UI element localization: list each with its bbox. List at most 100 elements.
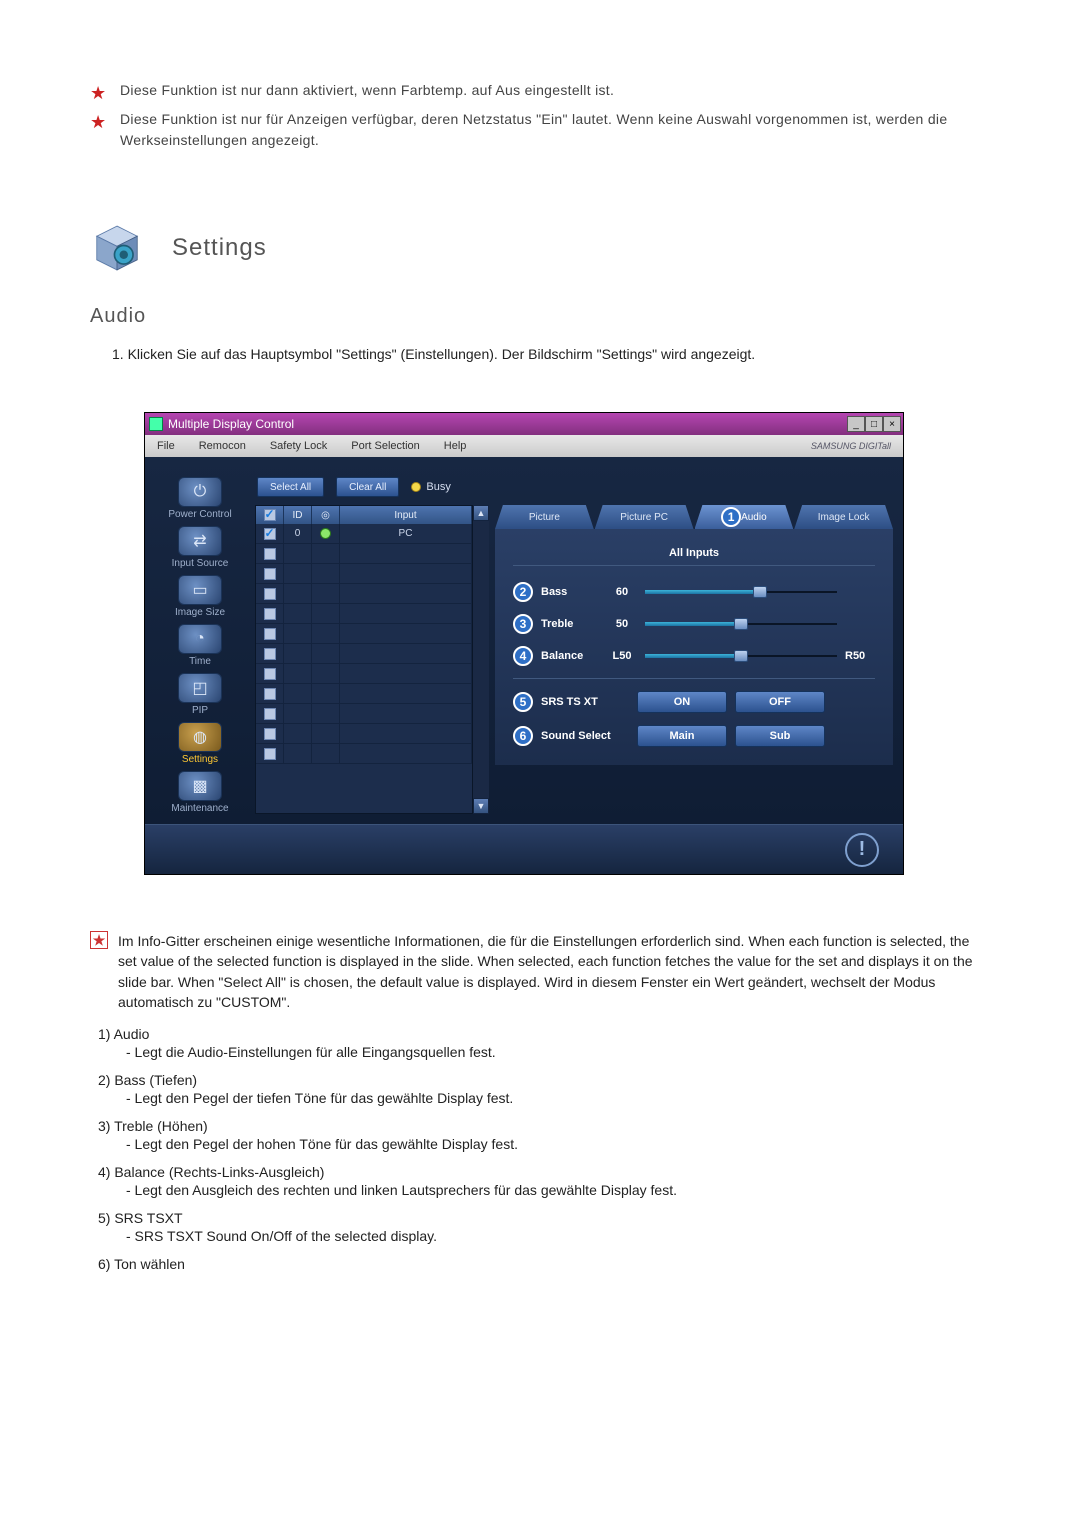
step-1: 1. Klicken Sie auf das Hauptsymbol "Sett… [112, 346, 990, 362]
table-row[interactable] [256, 544, 472, 564]
balance-label: Balance [541, 650, 599, 662]
col-id: ID [284, 506, 312, 524]
display-grid: ID ◎ Input 0 PC [255, 505, 473, 814]
row-checkbox[interactable] [264, 648, 276, 660]
tab-picture[interactable]: Picture [495, 505, 594, 529]
app-icon [149, 417, 163, 431]
window-title: Multiple Display Control [168, 417, 294, 431]
tab-audio[interactable]: 1Audio [695, 505, 794, 529]
table-row[interactable] [256, 564, 472, 584]
callout-3: 3 [513, 614, 533, 634]
tab-image-lock[interactable]: Image Lock [794, 505, 893, 529]
bass-slider[interactable] [645, 588, 837, 596]
clear-all-button[interactable]: Clear All [336, 477, 399, 497]
row-checkbox[interactable] [264, 728, 276, 740]
table-row[interactable] [256, 624, 472, 644]
item-1-sub: - Legt die Audio-Einstellungen für alle … [98, 1044, 990, 1060]
row-checkbox[interactable] [264, 548, 276, 560]
nav-pip[interactable]: ◰PIP [160, 673, 240, 716]
balance-left: L50 [607, 650, 637, 662]
treble-value: 50 [607, 618, 637, 630]
sound-main-button[interactable]: Main [637, 725, 727, 747]
header-checkbox[interactable] [264, 509, 276, 521]
all-inputs-label: All Inputs [513, 547, 875, 566]
row-checkbox[interactable] [264, 748, 276, 760]
nav-maintenance[interactable]: ▩Maintenance [160, 771, 240, 814]
item-3-head: 3) Treble (Höhen) [98, 1118, 990, 1134]
nav-time[interactable]: ◔Time [160, 624, 240, 667]
treble-label: Treble [541, 618, 599, 630]
row-checkbox[interactable] [264, 528, 276, 540]
select-all-button[interactable]: Select All [257, 477, 324, 497]
table-row[interactable] [256, 744, 472, 764]
row-checkbox[interactable] [264, 688, 276, 700]
scroll-down-icon[interactable]: ▼ [473, 798, 489, 814]
status-dot-icon [320, 528, 331, 539]
table-row[interactable] [256, 664, 472, 684]
row-checkbox[interactable] [264, 708, 276, 720]
table-row[interactable] [256, 704, 472, 724]
left-nav: ⏻Power Control ⇄Input Source ▭Image Size… [155, 477, 245, 814]
mdc-window: Multiple Display Control _ □ × File Remo… [144, 412, 904, 875]
nav-image-size[interactable]: ▭Image Size [160, 575, 240, 618]
row-checkbox[interactable] [264, 588, 276, 600]
pip-icon: ◰ [178, 673, 222, 703]
balance-slider[interactable] [645, 652, 837, 660]
menu-help[interactable]: Help [432, 440, 479, 452]
maximize-icon[interactable]: □ [865, 416, 883, 432]
item-2-head: 2) Bass (Tiefen) [98, 1072, 990, 1088]
item-4-head: 4) Balance (Rechts-Links-Ausgleich) [98, 1164, 990, 1180]
row-checkbox[interactable] [264, 628, 276, 640]
table-row[interactable] [256, 724, 472, 744]
row-checkbox[interactable] [264, 668, 276, 680]
col-input: Input [340, 506, 472, 524]
menu-remocon[interactable]: Remocon [187, 440, 258, 452]
menubar: File Remocon Safety Lock Port Selection … [145, 435, 903, 457]
menu-file[interactable]: File [145, 440, 187, 452]
row-checkbox[interactable] [264, 568, 276, 580]
table-row[interactable] [256, 684, 472, 704]
menu-port-selection[interactable]: Port Selection [339, 440, 431, 452]
tab-picture-pc[interactable]: Picture PC [595, 505, 694, 529]
grid-scrollbar[interactable]: ▲ ▼ [473, 505, 489, 814]
item-5-sub: - SRS TSXT Sound On/Off of the selected … [98, 1228, 990, 1244]
time-icon: ◔ [178, 624, 222, 654]
table-row[interactable] [256, 604, 472, 624]
srs-off-button[interactable]: OFF [735, 691, 825, 713]
section-title: Settings [172, 234, 267, 262]
table-row[interactable]: 0 PC [256, 524, 472, 544]
table-row[interactable] [256, 584, 472, 604]
nav-settings[interactable]: ◍Settings [160, 722, 240, 765]
callout-1: 1 [721, 507, 741, 527]
item-1-head: 1) Audio [98, 1026, 990, 1042]
menu-safety-lock[interactable]: Safety Lock [258, 440, 339, 452]
subsection-title: Audio [90, 305, 990, 328]
minimize-icon[interactable]: _ [847, 416, 865, 432]
nav-input-source[interactable]: ⇄Input Source [160, 526, 240, 569]
item-5-head: 5) SRS TSXT [98, 1210, 990, 1226]
settings-cube-icon [90, 221, 144, 275]
sound-sub-button[interactable]: Sub [735, 725, 825, 747]
bass-value: 60 [607, 586, 637, 598]
treble-slider[interactable] [645, 620, 837, 628]
scroll-up-icon[interactable]: ▲ [473, 505, 489, 521]
status-bar: ! [145, 824, 903, 874]
row-checkbox[interactable] [264, 608, 276, 620]
info-paragraph: Im Info-Gitter erscheinen einige wesentl… [118, 931, 990, 1012]
maintenance-icon: ▩ [178, 771, 222, 801]
bass-label: Bass [541, 586, 599, 598]
callout-list: 1) Audio - Legt die Audio-Einstellungen f… [90, 1026, 990, 1272]
callout-4: 4 [513, 646, 533, 666]
table-row[interactable] [256, 644, 472, 664]
callout-6: 6 [513, 726, 533, 746]
nav-power-control[interactable]: ⏻Power Control [160, 477, 240, 520]
info-icon[interactable]: ! [845, 833, 879, 867]
titlebar: Multiple Display Control _ □ × [145, 413, 903, 435]
callout-2: 2 [513, 582, 533, 602]
item-4-sub: - Legt den Ausgleich des rechten und lin… [98, 1182, 990, 1198]
close-icon[interactable]: × [883, 416, 901, 432]
srs-on-button[interactable]: ON [637, 691, 727, 713]
input-icon: ⇄ [178, 526, 222, 556]
settings-icon: ◍ [178, 722, 222, 752]
item-2-sub: - Legt den Pegel der tiefen Töne für das… [98, 1090, 990, 1106]
